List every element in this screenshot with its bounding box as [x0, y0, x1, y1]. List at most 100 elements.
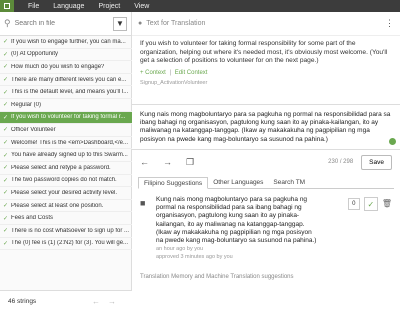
app-logo-icon — [0, 0, 14, 12]
search-input[interactable] — [14, 20, 105, 27]
editor-panel: ● Text for Translation ⋮ If you wish to … — [132, 12, 400, 312]
check-icon: ✓ — [3, 127, 9, 134]
check-icon: ✓ — [3, 77, 9, 84]
check-icon: ✓ — [3, 39, 9, 46]
check-icon: ✓ — [3, 240, 9, 247]
check-icon: ✓ — [3, 203, 9, 210]
check-icon: ✓ — [3, 114, 9, 121]
string-label: This is the default level, and means you… — [11, 89, 129, 96]
check-icon: ✓ — [3, 102, 9, 109]
string-row[interactable]: ✓ There are many different levels you can… — [0, 74, 132, 87]
string-row[interactable]: ✓ Please select your desired activity lev… — [0, 187, 132, 200]
check-icon: ✓ — [3, 152, 9, 159]
search-bar: ⚲ ▼ — [0, 12, 131, 36]
string-row[interactable]: ✓ You have already signed up to this Swar… — [0, 149, 132, 162]
source-text: If you wish to volunteer for taking form… — [140, 40, 388, 64]
source-label: Text for Translation — [146, 20, 206, 27]
prev-string-icon[interactable]: ← — [140, 157, 149, 167]
string-row[interactable]: ✓ The two password copies do not match. — [0, 175, 132, 188]
approve-check-icon[interactable]: ✓ — [363, 197, 378, 211]
check-icon: ✓ — [3, 228, 9, 235]
vote-count[interactable]: 0 — [347, 198, 360, 210]
check-icon: ✓ — [3, 215, 9, 222]
char-count: 230 / 298 — [328, 159, 354, 165]
tab-other-languages[interactable]: Other Languages — [208, 177, 268, 188]
editor-toolbar: ← → ❐ 230 / 298 Save — [132, 152, 400, 172]
strings-panel: ⚲ ▼ ✓If you wish to engage further, you … — [0, 12, 132, 312]
copy-source-icon[interactable]: ❐ — [186, 157, 194, 168]
string-label: (0) At Opportunity — [11, 51, 59, 58]
suggestion-item: ■ Kung nais mong magboluntaryo para sa p… — [140, 196, 392, 266]
string-label: If you wish to engage further, you can m… — [11, 38, 126, 45]
string-label: The two password copies do not match. — [11, 177, 117, 184]
string-row[interactable]: ✓ Fees and Costs — [0, 212, 132, 225]
suggestion-actions: 0 ✓ 🗑 — [347, 196, 392, 266]
check-icon: ✓ — [3, 190, 9, 197]
check-icon: ✓ — [3, 177, 9, 184]
tab-search-tm[interactable]: Search TM — [268, 177, 310, 188]
check-icon: ✓ — [3, 64, 9, 71]
suggestion-body: Kung nais mong magboluntaryo para sa pag… — [156, 196, 318, 266]
string-row[interactable]: ✓ Welcome! This is the <em>Dashboard,</e.… — [0, 137, 132, 150]
strings-footer: 46 strings ←→ — [0, 290, 132, 312]
strings-count: 46 strings — [8, 298, 37, 305]
string-row[interactable]: ✓ How much do you wish to engage? — [0, 61, 132, 74]
string-row[interactable]: ✓ The (0) fee is (1) (2:N2) for (3). You … — [0, 238, 132, 251]
prev-arrow-icon[interactable]: ← — [92, 297, 108, 306]
string-label: If you wish to volunteer for taking form… — [11, 114, 126, 121]
save-button[interactable]: Save — [361, 154, 392, 170]
string-label: Please select and retype a password. — [11, 164, 111, 171]
tab-filipino-suggestions[interactable]: Filipino Suggestions — [138, 177, 209, 189]
user-icon: ■ — [140, 198, 146, 208]
check-icon: ✓ — [3, 89, 9, 96]
translation-text: Kung nais mong magboluntaryo para sa pag… — [140, 111, 391, 143]
translation-input[interactable]: Kung nais mong magboluntaryo para sa pag… — [132, 104, 400, 150]
check-icon: ✓ — [3, 165, 9, 172]
string-label: Please select your desired activity leve… — [11, 189, 118, 196]
search-icon: ⚲ — [4, 18, 11, 28]
pager: ←→ — [92, 297, 124, 306]
string-row[interactable]: ✓ There is no cost whatsoever to sign up … — [0, 225, 132, 238]
next-arrow-icon[interactable]: → — [108, 297, 124, 306]
string-label: Officer Volunteer — [11, 126, 56, 133]
context-link[interactable]: + Context — [140, 70, 166, 76]
suggestion-text: Kung nais mong magboluntaryo para sa pag… — [156, 196, 317, 245]
string-row[interactable]: ✓ Please select at least one position. — [0, 200, 132, 213]
string-list: ✓ If you wish to engage further, you can … — [0, 36, 132, 251]
string-row[interactable]: ✓ If you wish to volunteer for taking for… — [0, 111, 132, 125]
check-icon: ✓ — [3, 140, 9, 147]
menu-bar: File Language Project View — [0, 0, 400, 12]
suggestion-time: an hour ago by you — [156, 246, 204, 253]
string-row[interactable]: ✓ (0) At Opportunity — [0, 49, 132, 62]
status-dot-icon — [389, 138, 396, 145]
suggestion-approved: approved 3 minutes ago by you — [156, 254, 233, 261]
next-string-icon[interactable]: → — [163, 157, 172, 167]
string-key: Signup_ActivationVolunteer — [140, 80, 208, 86]
string-row[interactable]: ✓ Please select and retype a password. — [0, 162, 132, 175]
tm-suggestions-label: Translation Memory and Machine Translati… — [140, 274, 294, 280]
string-label: Regular (0) — [11, 101, 42, 108]
filter-icon[interactable]: ▼ — [113, 16, 127, 31]
string-row[interactable]: ✓ Officer Volunteer — [0, 124, 132, 137]
menu-language[interactable]: Language — [53, 3, 84, 10]
string-label: The (0) fee is (1) (2:N2) for (3). You w… — [11, 240, 129, 247]
string-label: Welcome! This is the <em>Dashboard,</e..… — [11, 139, 129, 146]
menu-view[interactable]: View — [134, 3, 149, 10]
string-row[interactable]: ✓ This is the default level, and means yo… — [0, 86, 132, 99]
string-row[interactable]: ✓ If you wish to engage further, you can … — [0, 36, 132, 49]
trash-icon[interactable]: 🗑 — [382, 199, 392, 208]
more-options-icon[interactable]: ⋮ — [385, 18, 394, 29]
string-label: How much do you wish to engage? — [11, 63, 105, 70]
menu-file[interactable]: File — [28, 3, 39, 10]
context-separator: | — [169, 70, 172, 76]
source-header: ● Text for Translation ⋮ — [132, 12, 400, 36]
string-label: You have already signed up to this Swarm… — [11, 152, 128, 159]
string-label: There is no cost whatsoever to sign up f… — [11, 227, 130, 234]
check-icon: ✓ — [3, 51, 9, 58]
tag-icon: ● — [138, 20, 143, 27]
edit-context-link[interactable]: Edit Context — [175, 70, 208, 76]
menu-project[interactable]: Project — [98, 3, 120, 10]
string-label: There are many different levels you can … — [11, 76, 127, 83]
string-row[interactable]: ✓ Regular (0) — [0, 99, 132, 112]
context-links: + Context | Edit Context — [132, 68, 400, 78]
